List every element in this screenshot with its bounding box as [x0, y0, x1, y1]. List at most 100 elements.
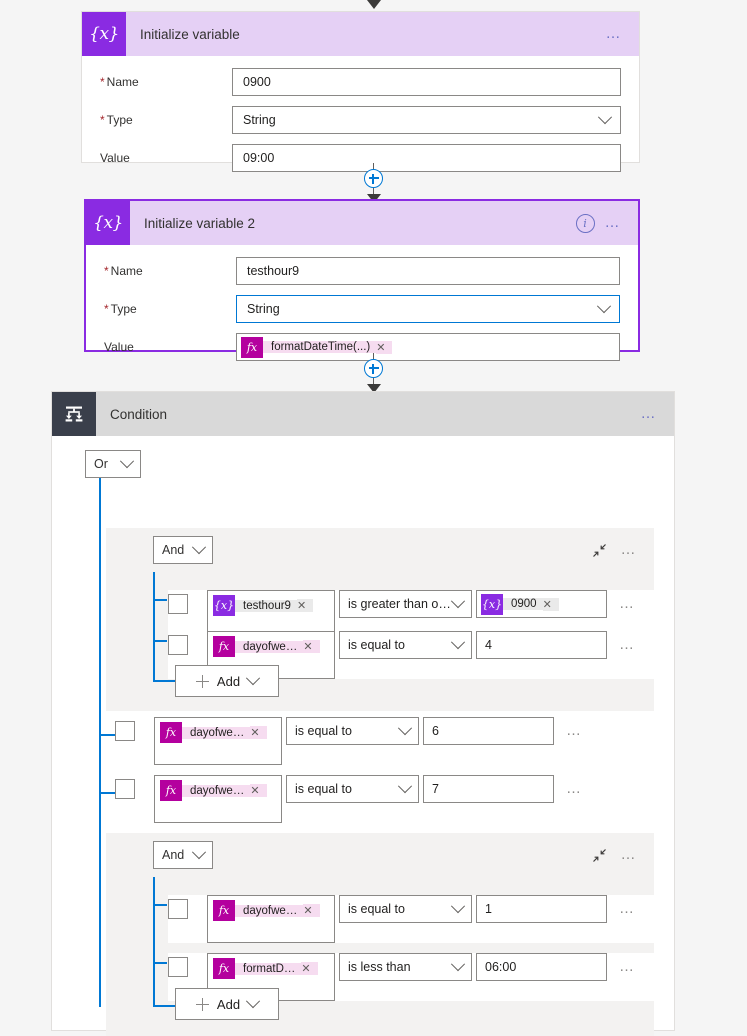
card-title: Initialize variable 2: [144, 215, 256, 231]
type-dropdown[interactable]: String: [232, 106, 621, 134]
right-operand-field[interactable]: 1: [476, 895, 607, 923]
operator-value: is equal to: [348, 902, 405, 916]
right-operand-field[interactable]: 6: [423, 717, 554, 745]
chevron-down-icon: [450, 635, 466, 650]
condition-row-stub: [99, 792, 115, 794]
right-operand-field[interactable]: 4: [476, 631, 607, 659]
group-row-stub: [153, 599, 167, 601]
collapse-icon[interactable]: [592, 543, 607, 558]
root-operator-dropdown[interactable]: Or: [85, 450, 141, 478]
row-menu-wrapper: …: [566, 717, 584, 745]
operator-dropdown[interactable]: is equal to: [286, 775, 419, 803]
right-operand-field[interactable]: 06:00: [476, 953, 607, 981]
card-header-actions: i …: [575, 213, 639, 233]
field-row-type: Type String: [100, 104, 621, 136]
action-card-initialize-variable[interactable]: {x} Initialize variable … Name 0900 Type…: [81, 11, 640, 172]
operator-dropdown[interactable]: is greater than o…: [339, 590, 472, 618]
add-button-label: Add: [216, 673, 241, 689]
field-row-name: Name testhour9: [104, 255, 620, 287]
operator-value: is less than: [348, 960, 411, 974]
chevron-down-icon: [397, 779, 413, 794]
operator-dropdown[interactable]: is equal to: [339, 895, 472, 923]
row-menu-wrapper: …: [619, 590, 637, 618]
token-remove-icon[interactable]: ✕: [250, 784, 267, 797]
arrow-head-icon: [366, 0, 381, 9]
operator-dropdown[interactable]: is equal to: [339, 631, 472, 659]
collapse-icon[interactable]: [592, 848, 607, 863]
operator-dropdown[interactable]: is less than: [339, 953, 472, 981]
row-menu-button[interactable]: …: [619, 901, 637, 916]
right-operand-field[interactable]: 7: [423, 775, 554, 803]
chevron-down-icon: [450, 899, 466, 914]
row-menu-button[interactable]: …: [619, 637, 637, 652]
group-row-stub: [153, 962, 167, 964]
operator-dropdown[interactable]: is equal to: [286, 717, 419, 745]
card-menu-button[interactable]: …: [606, 26, 624, 41]
operator-value: is greater than o…: [348, 597, 451, 611]
row-menu-button[interactable]: …: [619, 959, 637, 974]
group-header: And …: [106, 528, 654, 572]
name-input[interactable]: testhour9: [236, 257, 620, 285]
card-header: {x} Initialize variable …: [82, 12, 639, 56]
field-row-name: Name 0900: [100, 66, 621, 98]
row-checkbox[interactable]: [168, 899, 188, 919]
action-card-condition[interactable]: Condition … Or And … {x} testhour9 ✕ is …: [51, 391, 675, 1036]
expression-token[interactable]: fx dayofwe… ✕: [160, 780, 267, 801]
row-checkbox[interactable]: [168, 635, 188, 655]
add-condition-button[interactable]: Add: [175, 665, 279, 697]
token-remove-icon[interactable]: ✕: [376, 340, 393, 354]
left-operand-field[interactable]: fx dayofwe… ✕: [154, 775, 282, 823]
add-condition-button[interactable]: Add: [175, 988, 279, 1020]
name-input[interactable]: 0900: [232, 68, 621, 96]
variable-braces-icon: {x}: [82, 12, 126, 56]
type-dropdown-value: String: [247, 302, 280, 316]
expression-token[interactable]: fx dayofwe… ✕: [213, 900, 320, 921]
left-operand-field[interactable]: fx dayofwe… ✕: [207, 895, 335, 943]
token-label: dayofwe…: [182, 784, 251, 797]
group-menu-button[interactable]: …: [621, 542, 639, 557]
info-icon[interactable]: i: [575, 213, 595, 233]
token-remove-icon[interactable]: ✕: [303, 904, 320, 917]
variable-token[interactable]: {x} testhour9 ✕: [213, 595, 314, 616]
token-remove-icon[interactable]: ✕: [301, 962, 318, 975]
token-remove-icon[interactable]: ✕: [296, 599, 314, 612]
row-checkbox[interactable]: [168, 957, 188, 977]
card-menu-button[interactable]: …: [641, 406, 659, 421]
row-menu-button[interactable]: …: [566, 723, 584, 738]
group-menu-button[interactable]: …: [621, 847, 639, 862]
row-checkbox[interactable]: [115, 779, 135, 799]
row-menu-button[interactable]: …: [566, 781, 584, 796]
expression-token[interactable]: fx dayofwe… ✕: [160, 722, 267, 743]
token-remove-icon[interactable]: ✕: [303, 640, 320, 653]
group-row-stub: [153, 640, 167, 642]
left-operand-field[interactable]: fx dayofwe… ✕: [154, 717, 282, 765]
action-card-initialize-variable-2[interactable]: {x} Initialize variable 2 i … Name testh…: [84, 199, 640, 361]
card-menu-button[interactable]: …: [605, 215, 623, 230]
token-remove-icon[interactable]: ✕: [542, 597, 559, 611]
insert-action-button[interactable]: [364, 169, 383, 188]
card-header-actions: …: [641, 406, 675, 421]
right-operand-field[interactable]: {x} 0900 ✕: [476, 590, 607, 618]
row-checkbox[interactable]: [115, 721, 135, 741]
group-operator-dropdown[interactable]: And: [153, 536, 213, 564]
row-checkbox[interactable]: [168, 594, 188, 614]
chevron-down-icon: [191, 540, 207, 555]
expression-token[interactable]: fx formatD… ✕: [213, 958, 318, 979]
variable-token[interactable]: {x} 0900 ✕: [481, 593, 559, 615]
row-menu-wrapper: …: [619, 895, 637, 923]
insert-action-button[interactable]: [364, 359, 383, 378]
token-label: dayofwe…: [182, 726, 251, 739]
variable-braces-icon: {x}: [481, 593, 503, 615]
row-menu-button[interactable]: …: [619, 596, 637, 611]
plus-icon: [195, 997, 209, 1011]
variable-braces-icon: {x}: [86, 201, 130, 245]
token-label: testhour9: [235, 599, 297, 612]
condition-row: fx dayofwe… ✕ is equal to 7 …: [115, 775, 635, 823]
type-dropdown-value: String: [243, 113, 276, 127]
expression-token[interactable]: fx dayofwe… ✕: [213, 636, 320, 657]
group-operator-dropdown[interactable]: And: [153, 841, 213, 869]
root-operator-value: Or: [94, 457, 108, 471]
chevron-down-icon: [596, 299, 612, 314]
type-dropdown[interactable]: String: [236, 295, 620, 323]
token-remove-icon[interactable]: ✕: [250, 726, 267, 739]
